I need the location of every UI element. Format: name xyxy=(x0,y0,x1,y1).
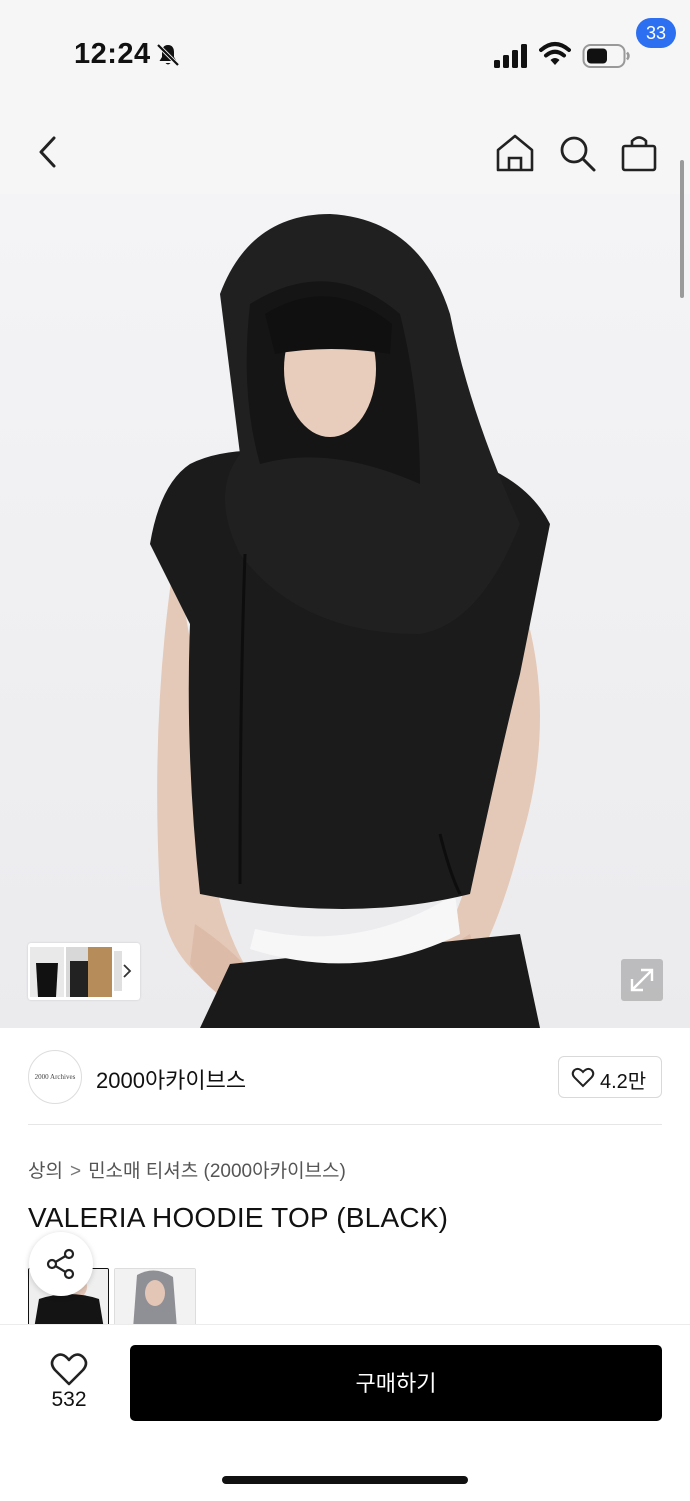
bell-mute-icon xyxy=(156,43,180,67)
breadcrumb-subcategory[interactable]: 민소매 티셔츠 (2000아카이브스) xyxy=(88,1161,346,1182)
share-icon xyxy=(46,1248,75,1280)
back-arrow-icon[interactable] xyxy=(30,132,66,172)
gallery-thumbnail-images xyxy=(30,947,132,997)
expand-image-icon[interactable] xyxy=(621,959,663,1001)
battery-icon xyxy=(582,44,630,68)
model-photo xyxy=(0,194,690,1028)
status-time: 12:24 xyxy=(74,38,151,70)
product-title: VALERIA HOODIE TOP (BLACK) xyxy=(28,1202,449,1233)
wishlist-heart-icon[interactable] xyxy=(44,1348,94,1388)
heart-icon xyxy=(571,1067,595,1088)
home-icon[interactable] xyxy=(494,132,536,174)
swatch-image-grey xyxy=(115,1269,195,1329)
breadcrumb: 상의 > 민소매 티셔츠 (2000아카이브스) xyxy=(28,1156,346,1183)
breadcrumb-category[interactable]: 상의 xyxy=(28,1161,63,1182)
cellular-signal-icon xyxy=(494,44,527,68)
top-navigation-bar xyxy=(0,110,690,194)
brand-like-count: 4.2만 xyxy=(600,1071,647,1093)
share-button[interactable] xyxy=(29,1232,93,1296)
home-indicator xyxy=(222,1476,468,1484)
scroll-indicator xyxy=(680,160,684,298)
wifi-icon xyxy=(539,42,571,65)
wishlist-count: 532 xyxy=(51,1388,87,1411)
search-icon[interactable] xyxy=(556,132,598,174)
chevron-right-icon: > xyxy=(69,1161,82,1182)
cart-count-badge: 33 xyxy=(636,18,676,48)
buy-button[interactable]: 구매하기 xyxy=(130,1345,662,1421)
divider xyxy=(28,1124,662,1125)
brand-logo[interactable]: 2000 Archives xyxy=(28,1050,82,1104)
product-main-image[interactable] xyxy=(0,194,690,1028)
shopping-bag-icon[interactable] xyxy=(618,132,660,174)
image-gallery-thumbnails[interactable] xyxy=(28,943,140,1000)
brand-name[interactable]: 2000아카이브스 xyxy=(96,1063,246,1095)
color-option-grey[interactable] xyxy=(114,1268,196,1330)
